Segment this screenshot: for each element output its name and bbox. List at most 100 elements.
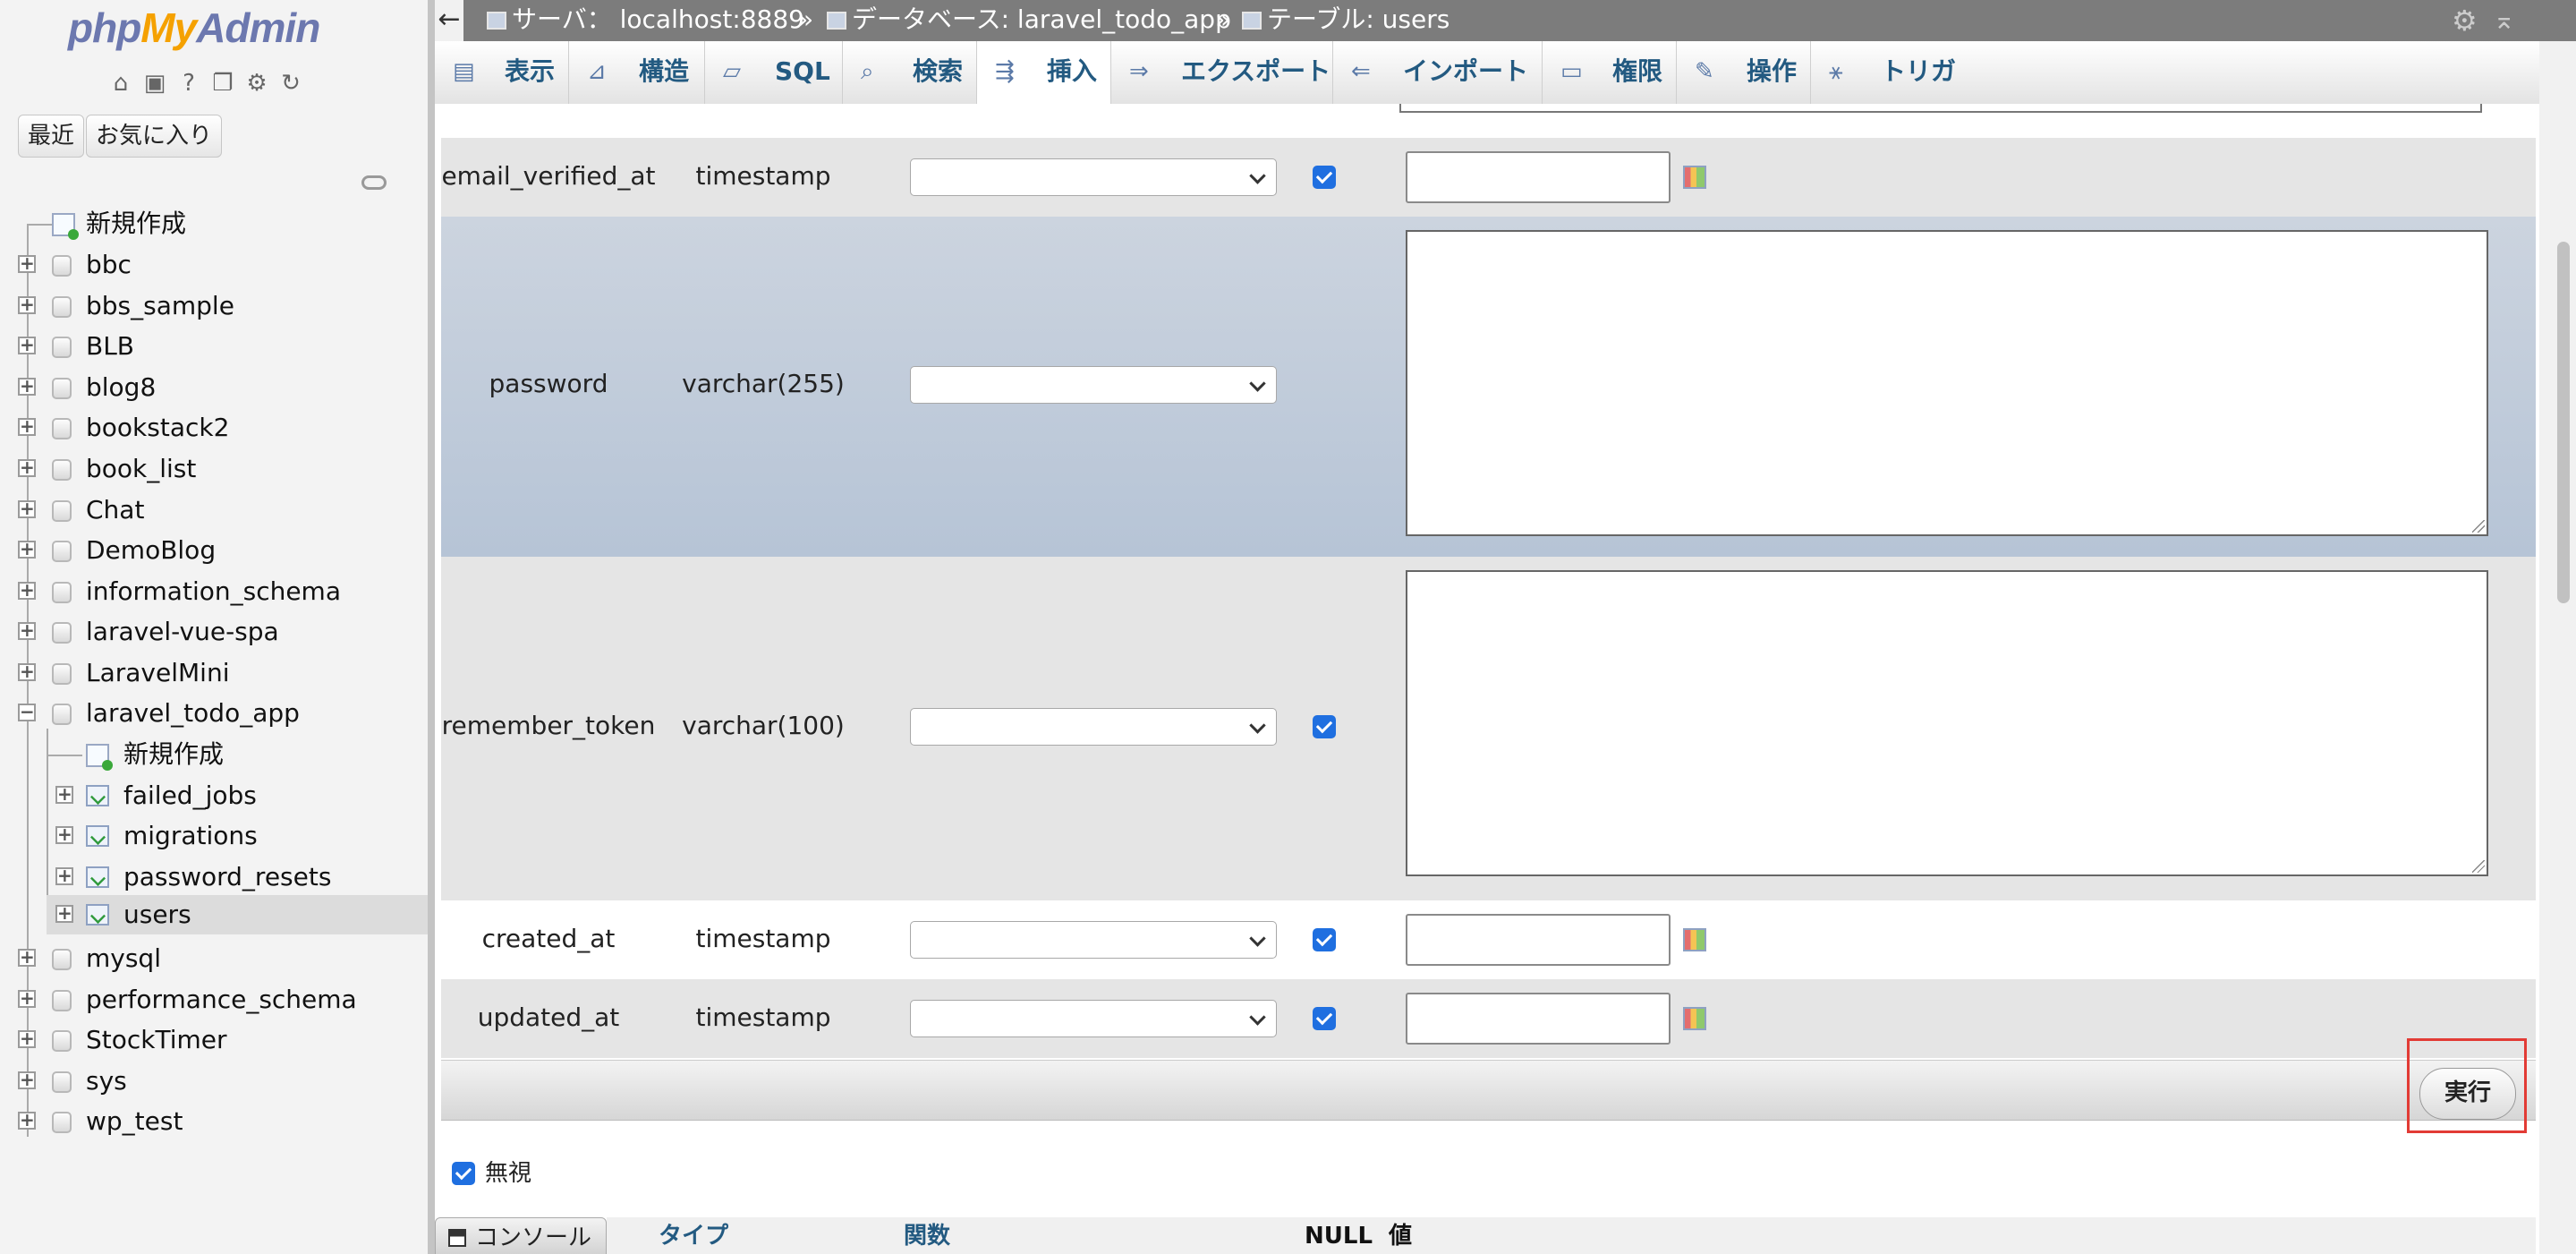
tab-export[interactable]: ⇒ エクスポート [1111,41,1333,104]
expand-icon[interactable]: + [18,948,36,967]
tab-sql[interactable]: ▱ SQL [705,41,843,104]
tab-browse[interactable]: ▤ 表示 [435,41,569,104]
tab-insert[interactable]: ⇶ 挿入 [977,41,1111,105]
null-checkbox[interactable] [1313,1007,1336,1030]
expand-icon[interactable]: + [18,295,36,314]
function-select[interactable] [910,708,1277,746]
function-select[interactable] [910,366,1277,404]
tab-triggers[interactable]: ⚹ トリガ [1811,41,1956,104]
value-input[interactable] [1406,993,1671,1045]
tree-db-bbc[interactable]: + bbc [0,245,428,285]
tab-search[interactable]: ⌕ 検索 [843,41,977,104]
tab-structure[interactable]: ⊿ 構造 [569,41,705,104]
page-settings-gear-icon[interactable]: ⚙ [2452,5,2482,36]
tree-db-label[interactable]: performance_schema [86,980,357,1019]
expand-icon[interactable]: + [18,621,36,640]
tree-db-label[interactable]: StockTimer [86,1020,227,1060]
tree-table-label[interactable]: migrations [123,816,258,856]
tab-operations[interactable]: ✎ 操作 [1677,41,1811,104]
link-with-main-panel-icon[interactable] [361,175,387,190]
tree-table-label[interactable]: failed_jobs [123,776,257,815]
collapse-icon[interactable]: − [18,703,36,721]
tree-table-failed-jobs[interactable]: + failed_jobs [0,776,428,815]
tree-db-label[interactable]: book_list [86,449,196,489]
header-type[interactable]: タイプ [659,1221,728,1251]
tree-table-label[interactable]: users [123,895,191,934]
tree-db-stocktimer[interactable]: + StockTimer [0,1020,428,1060]
value-input[interactable] [1406,151,1671,203]
expand-icon[interactable]: + [18,540,36,559]
expand-icon[interactable]: + [18,581,36,600]
calendar-icon[interactable] [1683,166,1706,189]
value-input[interactable] [1406,914,1671,966]
expand-icon[interactable]: + [55,785,73,804]
breadcrumb-server[interactable]: サーバ： localhost:8889 [487,0,804,39]
logout-icon[interactable]: ▣ [141,70,168,97]
value-textarea[interactable] [1406,230,2488,536]
tree-table-migrations[interactable]: + migrations [0,816,428,856]
calendar-icon[interactable] [1683,928,1706,951]
tree-db-laravel-vue-spa[interactable]: + laravel-vue-spa [0,612,428,652]
tree-db-label[interactable]: laravel_todo_app [86,694,300,733]
tree-db-label[interactable]: information_schema [86,572,341,611]
tree-db-label[interactable]: laravel-vue-spa [86,612,279,652]
expand-icon[interactable]: + [18,336,36,354]
tree-table-users[interactable]: + users [47,895,428,934]
tree-db-laravel-todo-app[interactable]: − laravel_todo_app [0,694,428,733]
tree-new-database[interactable]: 新規作成 [0,204,428,243]
breadcrumb-database[interactable]: データベース: laravel_todo_app [827,0,1231,39]
header-function[interactable]: 関数 [904,1221,950,1251]
null-checkbox[interactable] [1313,928,1336,951]
tree-db-label[interactable]: wp_test [86,1102,183,1141]
expand-icon[interactable]: + [18,1029,36,1048]
expand-icon[interactable]: + [55,904,73,923]
favorites-button[interactable]: お気に入り [86,115,223,158]
expand-icon[interactable]: + [18,1071,36,1089]
tree-db-information-schema[interactable]: + information_schema [0,572,428,611]
tree-db-label[interactable]: blog8 [86,368,156,407]
tree-db-demoblog[interactable]: + DemoBlog [0,531,428,570]
tree-db-label[interactable]: bbc [86,245,132,285]
tree-table-new[interactable]: 新規作成 [0,735,428,774]
tree-db-label[interactable]: LaravelMini [86,653,229,693]
null-checkbox[interactable] [1313,715,1336,738]
tree-db-label[interactable]: mysql [86,939,161,978]
tree-db-book-list[interactable]: + book_list [0,449,428,489]
tree-db-performance-schema[interactable]: + performance_schema [0,980,428,1019]
tree-db-bookstack2[interactable]: + bookstack2 [0,408,428,448]
tree-table-label[interactable]: password_resets [123,857,331,897]
calendar-icon[interactable] [1683,1007,1706,1030]
tree-db-label[interactable]: sys [86,1062,127,1101]
expand-icon[interactable]: + [55,825,73,844]
tree-db-laravelmini[interactable]: + LaravelMini [0,653,428,693]
expand-icon[interactable]: + [18,254,36,273]
tree-db-label[interactable]: BLB [86,327,134,366]
tree-db-wp-test[interactable]: + wp_test [0,1102,428,1141]
tree-db-label[interactable]: DemoBlog [86,531,216,570]
expand-icon[interactable]: + [55,866,73,885]
tree-db-mysql[interactable]: + mysql [0,939,428,978]
previous-value-textarea[interactable] [1399,104,2482,113]
tree-db-label[interactable]: bbs_sample [86,286,234,326]
ignore-checkbox[interactable] [452,1162,475,1185]
tree-db-bbs-sample[interactable]: + bbs_sample [0,286,428,326]
expand-icon[interactable]: + [18,458,36,477]
tree-db-blb[interactable]: + BLB [0,327,428,366]
scrollbar-thumb[interactable] [2557,242,2570,603]
phpmyadmin-logo[interactable]: phpMyAdmin [68,4,320,52]
scrollbar-track[interactable] [2539,41,2576,1254]
recent-button[interactable]: 最近 [18,115,85,158]
tab-privileges[interactable]: ▭ 権限 [1543,41,1677,104]
tree-table-password-resets[interactable]: + password_resets [0,857,428,897]
back-arrow-icon[interactable]: ← [435,0,463,41]
docs-icon[interactable]: ❐ [209,70,236,97]
tree-db-label[interactable]: Chat [86,491,144,530]
expand-icon[interactable]: + [18,499,36,518]
value-textarea[interactable] [1406,570,2488,876]
function-select[interactable] [910,1000,1277,1037]
tree-db-chat[interactable]: + Chat [0,491,428,530]
help-icon[interactable]: ? [175,70,202,97]
function-select[interactable] [910,921,1277,959]
home-icon[interactable]: ⌂ [107,70,134,97]
expand-icon[interactable]: + [18,377,36,396]
